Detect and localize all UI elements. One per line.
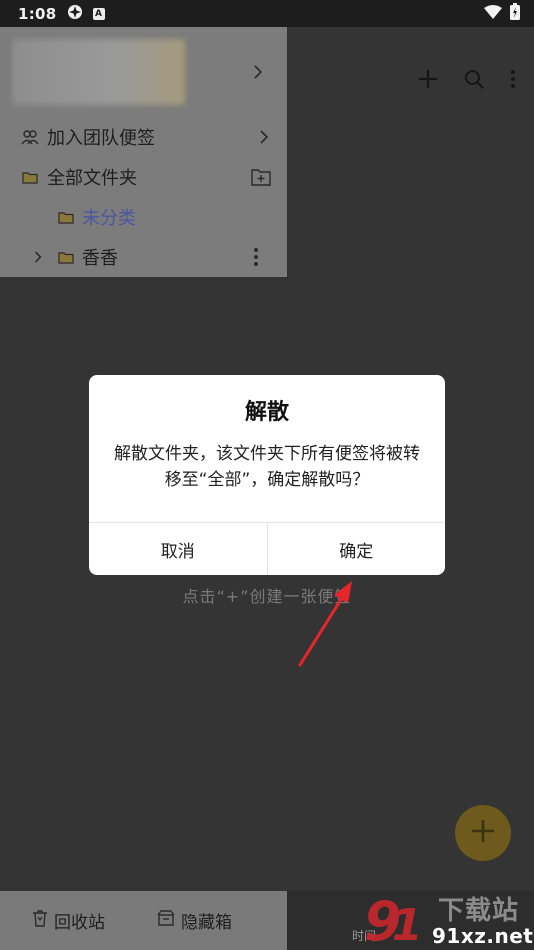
status-time: 1:08 <box>18 4 57 23</box>
app-badge-icon: A <box>92 7 105 20</box>
recycle-bin-label: 回收站 <box>54 913 105 933</box>
watermark-sub: 下载站 <box>438 896 520 926</box>
chevron-right-icon <box>259 130 269 144</box>
dialog-actions: 取消 确定 <box>89 522 445 575</box>
folder-icon <box>20 171 40 184</box>
team-icon <box>20 129 40 145</box>
add-folder-icon[interactable] <box>251 168 271 186</box>
drawer-item-label: 加入团队便签 <box>47 128 155 149</box>
dialog-title: 解散 <box>244 400 289 425</box>
drawer-item-label: 香香 <box>82 248 118 269</box>
search-icon[interactable] <box>464 69 484 89</box>
drawer-item-all-folders[interactable]: 全部文件夹 <box>0 157 287 197</box>
hidden-box-label: 隐藏箱 <box>181 913 232 933</box>
drawer-bottom-bar: 回收站 隐藏箱 <box>0 891 287 950</box>
drawer-item-folder-xiangxiang[interactable]: 香香 <box>0 237 287 277</box>
site-watermark-logo: 9 1 下载站 91xz.net <box>362 888 534 950</box>
folder-icon <box>56 251 76 264</box>
watermark-text: 91xz.net <box>432 924 534 948</box>
cancel-button[interactable]: 取消 <box>89 523 267 575</box>
toolbar-actions <box>418 69 516 89</box>
battery-icon <box>510 3 520 24</box>
status-bar: 1:08 A <box>0 0 534 27</box>
more-vert-icon[interactable] <box>510 69 516 89</box>
folder-drawer: 加入团队便签 全部文件夹 未分类 香香 <box>0 27 287 277</box>
more-vert-icon[interactable] <box>253 247 259 267</box>
trash-icon <box>32 909 48 932</box>
svg-text:1: 1 <box>392 900 423 950</box>
recycle-bin-button[interactable]: 回收站 <box>32 908 105 933</box>
plus-icon[interactable] <box>418 69 438 89</box>
empty-hint: 点击“+”创建一张便签 <box>182 587 352 606</box>
profile-avatar-blurred[interactable] <box>12 39 185 105</box>
drawer-item-join-team[interactable]: 加入团队便签 <box>0 117 287 157</box>
drawer-item-label: 全部文件夹 <box>47 168 137 189</box>
disband-dialog: 解散 解散文件夹，该文件夹下所有便签将被转移至“全部”，确定解散吗？ 取消 确定 <box>89 375 445 575</box>
chevron-right-icon[interactable] <box>253 64 263 83</box>
folder-icon <box>56 211 76 224</box>
drawer-item-label: 未分类 <box>82 208 136 229</box>
sync-icon <box>67 4 83 24</box>
plus-icon <box>470 818 496 848</box>
wifi-icon <box>484 4 502 23</box>
drawer-item-uncategorized[interactable]: 未分类 <box>0 197 287 237</box>
hidden-box-button[interactable]: 隐藏箱 <box>157 908 232 933</box>
add-note-fab[interactable] <box>455 805 511 861</box>
confirm-button[interactable]: 确定 <box>266 523 446 575</box>
dialog-message: 解散文件夹，该文件夹下所有便签将被转移至“全部”，确定解散吗？ <box>114 444 420 490</box>
chevron-expand-icon[interactable] <box>32 251 44 263</box>
annotation-arrow-icon <box>290 575 360 674</box>
box-icon <box>157 910 175 931</box>
